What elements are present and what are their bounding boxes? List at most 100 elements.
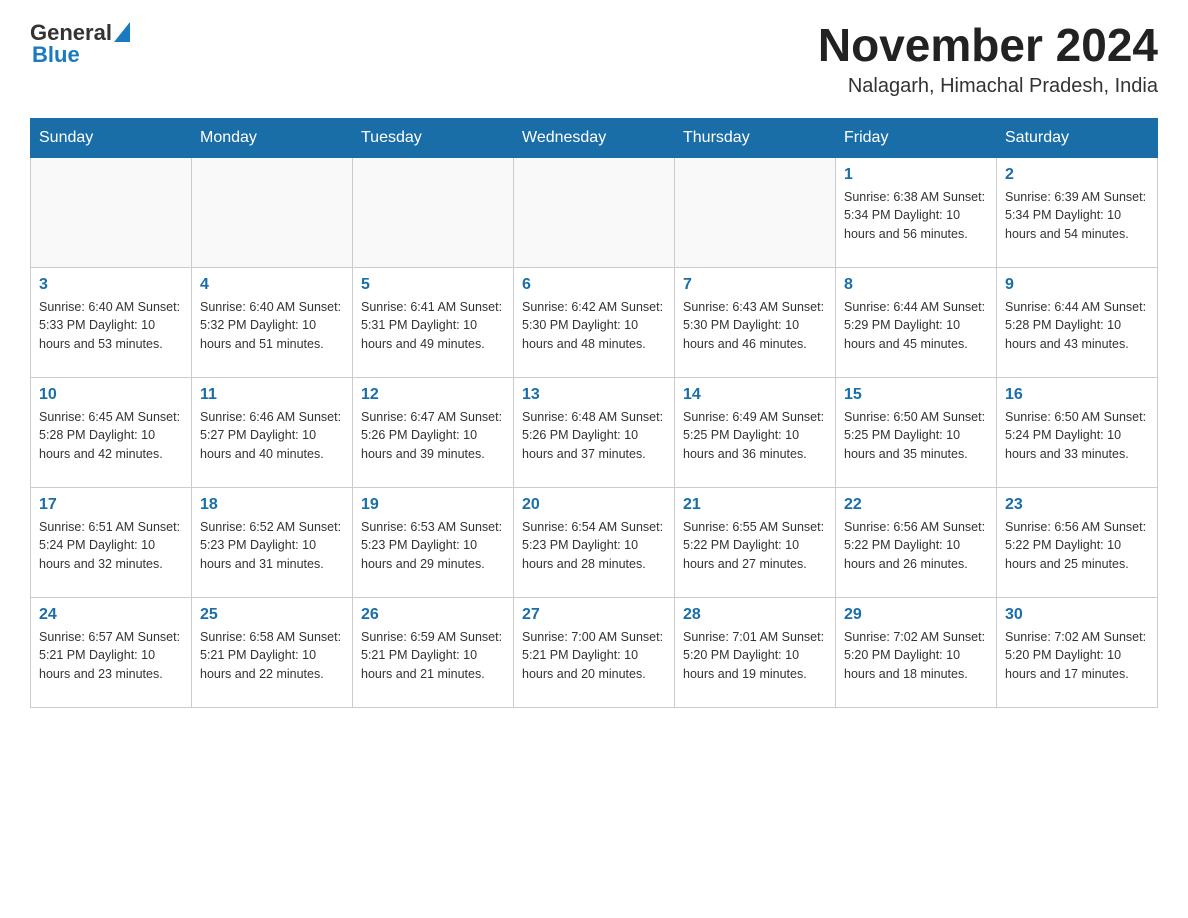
calendar-cell: 8Sunrise: 6:44 AM Sunset: 5:29 PM Daylig… — [836, 267, 997, 377]
weekday-header-thursday: Thursday — [675, 118, 836, 157]
calendar-cell: 25Sunrise: 6:58 AM Sunset: 5:21 PM Dayli… — [192, 597, 353, 707]
calendar-row: 10 Sunrise: 6:45 AM Sunset: 5:28 PM Dayli… — [31, 377, 1158, 487]
day-info: Sunrise: 6:55 AM Sunset: 5:22 PM Dayligh… — [683, 518, 827, 574]
calendar-body: 1Sunrise: 6:38 AM Sunset: 5:34 PM Daylig… — [31, 157, 1158, 707]
day-number: 28 — [683, 606, 827, 624]
day-number: 5 — [361, 276, 505, 294]
calendar-cell: 4 Sunrise: 6:40 AM Sunset: 5:32 PM Daylig… — [192, 267, 353, 377]
calendar-row: 24 Sunrise: 6:57 AM Sunset: 5:21 PM Dayli… — [31, 597, 1158, 707]
calendar-table: SundayMondayTuesdayWednesdayThursdayFrid… — [30, 118, 1158, 708]
day-number: 14 — [683, 386, 827, 404]
calendar-cell: 19Sunrise: 6:53 AM Sunset: 5:23 PM Dayli… — [353, 487, 514, 597]
day-number: 22 — [844, 496, 988, 514]
calendar-cell: 2Sunrise: 6:39 AM Sunset: 5:34 PM Daylig… — [997, 157, 1158, 267]
calendar-row: 3Sunrise: 6:40 AM Sunset: 5:33 PM Daylig… — [31, 267, 1158, 377]
calendar-row: 17 Sunrise: 6:51 AM Sunset: 5:24 PM Dayli… — [31, 487, 1158, 597]
day-info: Sunrise: 7:00 AM Sunset: 5:21 PM Dayligh… — [522, 628, 666, 684]
calendar-cell: 3Sunrise: 6:40 AM Sunset: 5:33 PM Daylig… — [31, 267, 192, 377]
calendar-cell: 13 Sunrise: 6:48 AM Sunset: 5:26 PM Dayli… — [514, 377, 675, 487]
calendar-cell: 21 Sunrise: 6:55 AM Sunset: 5:22 PM Dayli… — [675, 487, 836, 597]
day-info: Sunrise: 6:45 AM Sunset: 5:28 PM Dayligh… — [39, 408, 183, 464]
day-number: 9 — [1005, 276, 1149, 294]
day-number: 29 — [844, 606, 988, 624]
calendar-cell: 12 Sunrise: 6:47 AM Sunset: 5:26 PM Dayli… — [353, 377, 514, 487]
day-number: 24 — [39, 606, 183, 624]
day-number: 23 — [1005, 496, 1149, 514]
day-info: Sunrise: 6:48 AM Sunset: 5:26 PM Dayligh… — [522, 408, 666, 464]
weekday-header-sunday: Sunday — [31, 118, 192, 157]
day-number: 15 — [844, 386, 988, 404]
day-info: Sunrise: 6:57 AM Sunset: 5:21 PM Dayligh… — [39, 628, 183, 684]
calendar-cell: 9 Sunrise: 6:44 AM Sunset: 5:28 PM Daylig… — [997, 267, 1158, 377]
day-info: Sunrise: 6:47 AM Sunset: 5:26 PM Dayligh… — [361, 408, 505, 464]
day-info: Sunrise: 6:54 AM Sunset: 5:23 PM Dayligh… — [522, 518, 666, 574]
day-number: 30 — [1005, 606, 1149, 624]
day-number: 6 — [522, 276, 666, 294]
day-number: 16 — [1005, 386, 1149, 404]
weekday-header-monday: Monday — [192, 118, 353, 157]
day-info: Sunrise: 7:01 AM Sunset: 5:20 PM Dayligh… — [683, 628, 827, 684]
day-info: Sunrise: 6:46 AM Sunset: 5:27 PM Dayligh… — [200, 408, 344, 464]
logo-blue: Blue — [30, 42, 80, 68]
day-number: 10 — [39, 386, 183, 404]
day-number: 7 — [683, 276, 827, 294]
day-info: Sunrise: 6:41 AM Sunset: 5:31 PM Dayligh… — [361, 298, 505, 354]
weekday-header-tuesday: Tuesday — [353, 118, 514, 157]
calendar-cell: 24 Sunrise: 6:57 AM Sunset: 5:21 PM Dayli… — [31, 597, 192, 707]
calendar-cell: 10 Sunrise: 6:45 AM Sunset: 5:28 PM Dayli… — [31, 377, 192, 487]
day-info: Sunrise: 6:56 AM Sunset: 5:22 PM Dayligh… — [844, 518, 988, 574]
calendar-cell: 1Sunrise: 6:38 AM Sunset: 5:34 PM Daylig… — [836, 157, 997, 267]
day-info: Sunrise: 6:51 AM Sunset: 5:24 PM Dayligh… — [39, 518, 183, 574]
day-number: 20 — [522, 496, 666, 514]
weekday-header-friday: Friday — [836, 118, 997, 157]
day-info: Sunrise: 6:50 AM Sunset: 5:25 PM Dayligh… — [844, 408, 988, 464]
calendar-cell: 5 Sunrise: 6:41 AM Sunset: 5:31 PM Daylig… — [353, 267, 514, 377]
location-subtitle: Nalagarh, Himachal Pradesh, India — [818, 75, 1158, 98]
calendar-cell — [675, 157, 836, 267]
day-number: 12 — [361, 386, 505, 404]
day-info: Sunrise: 6:49 AM Sunset: 5:25 PM Dayligh… — [683, 408, 827, 464]
calendar-cell: 28 Sunrise: 7:01 AM Sunset: 5:20 PM Dayli… — [675, 597, 836, 707]
day-info: Sunrise: 7:02 AM Sunset: 5:20 PM Dayligh… — [1005, 628, 1149, 684]
day-number: 2 — [1005, 166, 1149, 184]
calendar-cell: 23 Sunrise: 6:56 AM Sunset: 5:22 PM Dayli… — [997, 487, 1158, 597]
logo-triangle-icon — [114, 22, 130, 42]
day-number: 13 — [522, 386, 666, 404]
weekday-header-wednesday: Wednesday — [514, 118, 675, 157]
day-number: 18 — [200, 496, 344, 514]
day-number: 17 — [39, 496, 183, 514]
calendar-cell — [31, 157, 192, 267]
calendar-cell: 14 Sunrise: 6:49 AM Sunset: 5:25 PM Dayli… — [675, 377, 836, 487]
weekday-header-saturday: Saturday — [997, 118, 1158, 157]
day-info: Sunrise: 6:52 AM Sunset: 5:23 PM Dayligh… — [200, 518, 344, 574]
calendar-header: SundayMondayTuesdayWednesdayThursdayFrid… — [31, 118, 1158, 157]
day-info: Sunrise: 6:44 AM Sunset: 5:28 PM Dayligh… — [1005, 298, 1149, 354]
day-info: Sunrise: 6:44 AM Sunset: 5:29 PM Dayligh… — [844, 298, 988, 354]
day-info: Sunrise: 6:59 AM Sunset: 5:21 PM Dayligh… — [361, 628, 505, 684]
calendar-cell: 17 Sunrise: 6:51 AM Sunset: 5:24 PM Dayli… — [31, 487, 192, 597]
calendar-row: 1Sunrise: 6:38 AM Sunset: 5:34 PM Daylig… — [31, 157, 1158, 267]
day-number: 21 — [683, 496, 827, 514]
calendar-cell — [192, 157, 353, 267]
weekday-header-row: SundayMondayTuesdayWednesdayThursdayFrid… — [31, 118, 1158, 157]
month-year-title: November 2024 — [818, 20, 1158, 71]
day-number: 4 — [200, 276, 344, 294]
day-info: Sunrise: 6:56 AM Sunset: 5:22 PM Dayligh… — [1005, 518, 1149, 574]
day-number: 3 — [39, 276, 183, 294]
day-info: Sunrise: 6:40 AM Sunset: 5:32 PM Dayligh… — [200, 298, 344, 354]
calendar-cell: 15 Sunrise: 6:50 AM Sunset: 5:25 PM Dayli… — [836, 377, 997, 487]
calendar-cell — [353, 157, 514, 267]
calendar-cell: 27 Sunrise: 7:00 AM Sunset: 5:21 PM Dayli… — [514, 597, 675, 707]
logo: General Blue — [30, 20, 130, 68]
calendar-cell: 22 Sunrise: 6:56 AM Sunset: 5:22 PM Dayli… — [836, 487, 997, 597]
calendar-cell: 20 Sunrise: 6:54 AM Sunset: 5:23 PM Dayli… — [514, 487, 675, 597]
day-number: 11 — [200, 386, 344, 404]
day-number: 26 — [361, 606, 505, 624]
day-info: Sunrise: 6:43 AM Sunset: 5:30 PM Dayligh… — [683, 298, 827, 354]
calendar-cell: 11 Sunrise: 6:46 AM Sunset: 5:27 PM Dayli… — [192, 377, 353, 487]
calendar-cell: 7 Sunrise: 6:43 AM Sunset: 5:30 PM Daylig… — [675, 267, 836, 377]
calendar-cell: 30 Sunrise: 7:02 AM Sunset: 5:20 PM Dayli… — [997, 597, 1158, 707]
day-number: 27 — [522, 606, 666, 624]
day-info: Sunrise: 6:42 AM Sunset: 5:30 PM Dayligh… — [522, 298, 666, 354]
calendar-cell: 16Sunrise: 6:50 AM Sunset: 5:24 PM Dayli… — [997, 377, 1158, 487]
